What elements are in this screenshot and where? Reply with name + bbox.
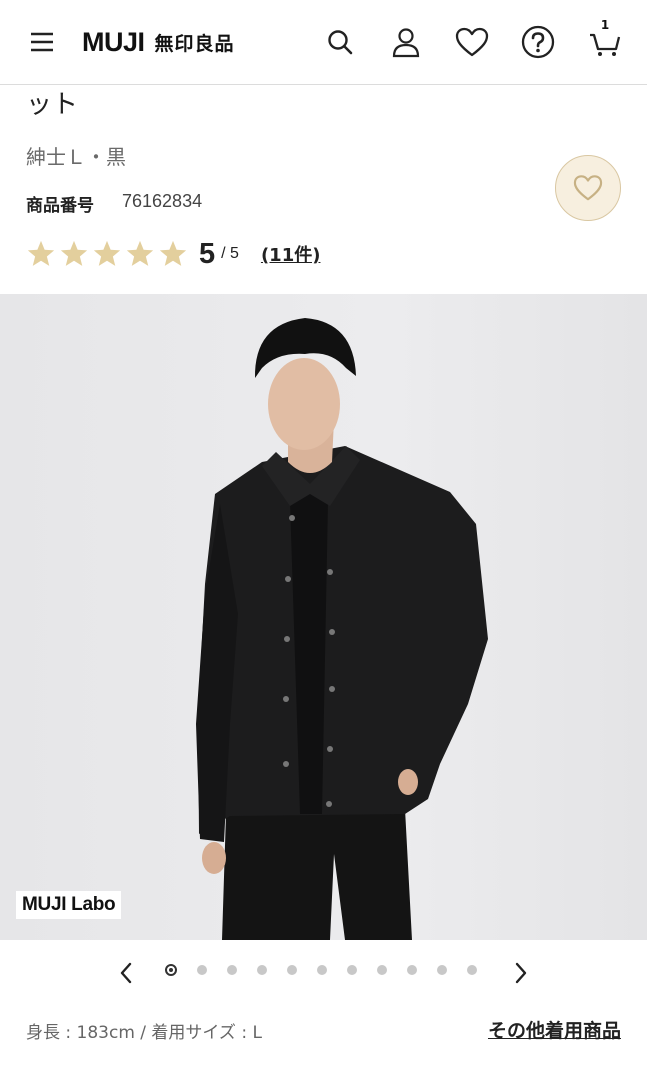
chevron-left-icon[interactable] (113, 960, 139, 986)
carousel-dot[interactable] (407, 965, 417, 975)
muji-logo[interactable]: MUJI 無印良品 (82, 26, 235, 58)
add-to-favorites-button[interactable] (555, 155, 621, 221)
model-photo (196, 318, 488, 940)
star-icon (93, 240, 121, 266)
site-header: MUJI 無印良品 1 (0, 0, 647, 85)
muji-labo-tag: MUJI Labo (16, 891, 122, 919)
logo-text-jp: 無印良品 (154, 32, 235, 55)
image-carousel-nav (0, 952, 647, 994)
menu-icon[interactable] (22, 22, 62, 62)
heart-icon (573, 175, 603, 201)
product-number: 商品番号 76162834 (26, 191, 202, 216)
rating-denominator: / 5 (221, 245, 239, 262)
star-icon (27, 240, 55, 266)
logo-text-en: MUJI (82, 26, 145, 57)
product-rating: 5 / 5 (11件) (26, 234, 320, 274)
search-icon[interactable] (320, 22, 360, 62)
carousel-dot[interactable] (227, 965, 237, 975)
carousel-dot[interactable] (165, 964, 177, 976)
carousel-dot[interactable] (467, 965, 477, 975)
star-icon (126, 240, 154, 266)
carousel-dots (165, 964, 497, 976)
heart-icon[interactable] (452, 22, 492, 62)
product-title: ット (26, 90, 79, 120)
carousel-dot[interactable] (287, 965, 297, 975)
help-icon[interactable] (518, 22, 558, 62)
review-count-link[interactable]: (11件) (261, 241, 321, 267)
product-variant: 紳士Ｌ・黒 (26, 145, 126, 169)
carousel-dot[interactable] (317, 965, 327, 975)
carousel-dot[interactable] (197, 965, 207, 975)
rating-score: 5 (199, 237, 216, 270)
product-image[interactable]: MUJI Labo (0, 294, 647, 940)
carousel-dot[interactable] (437, 965, 447, 975)
carousel-dot[interactable] (257, 965, 267, 975)
product-number-label: 商品番号 (26, 196, 94, 216)
product-number-value: 76162834 (122, 191, 203, 211)
cart-count-badge: 1 (600, 18, 610, 32)
rating-stars (26, 239, 191, 269)
star-icon (60, 240, 88, 266)
star-icon (159, 240, 187, 266)
account-icon[interactable] (386, 22, 426, 62)
cart-icon[interactable]: 1 (585, 18, 625, 62)
carousel-dot[interactable] (377, 965, 387, 975)
model-info: 身長 : 183cm / 着用サイズ : L (26, 1023, 262, 1043)
carousel-dot[interactable] (347, 965, 357, 975)
other-worn-items-link[interactable]: その他着用商品 (488, 1016, 621, 1043)
chevron-right-icon[interactable] (508, 960, 534, 986)
